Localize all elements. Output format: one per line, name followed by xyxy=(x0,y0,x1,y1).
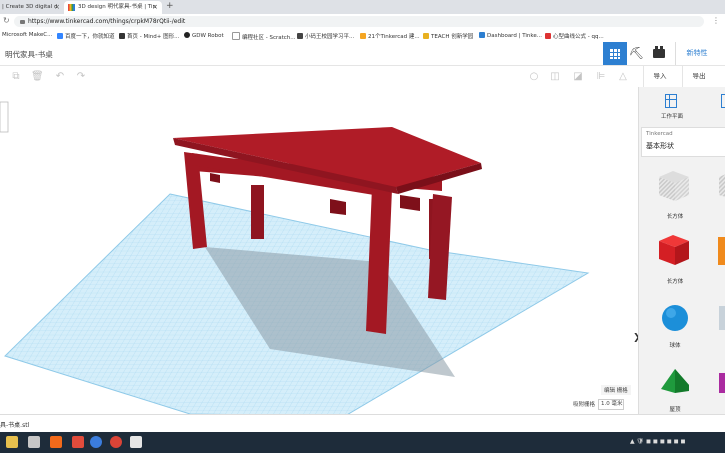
import-button[interactable]: 导入 xyxy=(643,66,676,87)
tab-label: 3D design 明代家具-书桌 | Tin xyxy=(78,4,157,10)
edit-toolbar: ⧉ 🗑 ↶ ↷ ○ ◫ ◪ ⊫ △ xyxy=(0,66,638,88)
mail-icon[interactable] xyxy=(28,436,40,448)
browser-tab-strip: | Create 3D digital d × 3D design 明代家具-书… xyxy=(0,0,725,14)
new-features-button[interactable]: 新特性 xyxy=(675,42,718,65)
page-icon xyxy=(232,32,240,40)
bookmark-baidu[interactable]: 百度一下，你就知道 xyxy=(57,32,115,40)
redo-icon[interactable]: ↷ xyxy=(75,71,87,82)
bookmark-xiaomawang[interactable]: 小码王校园学习平... xyxy=(297,32,354,40)
green-roof-icon[interactable] xyxy=(661,369,689,393)
workplane-icon[interactable] xyxy=(665,94,677,108)
undo-icon[interactable]: ↶ xyxy=(54,71,66,82)
tab-tinkercad-design[interactable]: 3D design 明代家具-书桌 | Tin × xyxy=(64,1,162,14)
blue-sphere-icon[interactable] xyxy=(662,305,688,331)
snap-grid-label: 吸附栅格 xyxy=(573,402,596,408)
bookmark-teach[interactable]: TEACH 创新学园 xyxy=(423,32,473,40)
delete-icon[interactable]: 🗑 xyxy=(31,71,44,82)
brick-icon[interactable] xyxy=(653,46,665,58)
snap-grid-select[interactable]: 1.0 毫米 xyxy=(598,399,625,410)
new-tab-button[interactable]: + xyxy=(166,1,174,11)
mind-icon xyxy=(119,33,125,39)
edit-grid-button[interactable]: 编辑 栅格 xyxy=(601,385,631,395)
tinkercad-icon xyxy=(479,32,485,38)
shape-label-roof: 屋顶 xyxy=(669,407,681,413)
page-icon xyxy=(360,33,366,39)
shape-label-box: 长方体 xyxy=(666,279,684,285)
view-cube-edge xyxy=(0,101,9,133)
copy-icon[interactable]: ⧉ xyxy=(10,71,22,82)
tinkercad-header: 明代家具-书桌 ⛏ 新特性 xyxy=(0,42,725,66)
3d-viewport[interactable]: 编辑 栅格 吸附栅格1.0 毫米 ❯ xyxy=(0,87,638,414)
fox-icon[interactable] xyxy=(72,436,84,448)
downloaded-file[interactable]: 具-书桌.stl xyxy=(0,420,29,429)
paw-icon xyxy=(57,33,63,39)
ruler-icon[interactable] xyxy=(721,94,725,108)
tab-label: | Create 3D digital d xyxy=(2,4,58,10)
system-tray[interactable]: ▲ 🛡 ◼ ◼ ◼ ◼ ◼ ◼ xyxy=(630,438,685,445)
design-title[interactable]: 明代家具-书桌 xyxy=(5,49,53,60)
red-box-icon[interactable] xyxy=(659,235,689,265)
library-category: 基本形状 xyxy=(646,142,674,150)
trophy-icon xyxy=(423,33,429,39)
address-bar-row: ↻ https://www.tinkercad.com/things/crpkM… xyxy=(0,14,725,29)
tab-create-3d[interactable]: | Create 3D digital d × xyxy=(0,1,64,14)
briefcase-icon[interactable] xyxy=(6,436,18,448)
workplane-canvas[interactable] xyxy=(0,87,638,414)
export-button[interactable]: 导出 xyxy=(682,66,715,87)
bookmark-mind-plus[interactable]: 首页 - Mind+ 图形... xyxy=(119,32,179,40)
tinkercad-favicon-icon xyxy=(68,4,75,11)
group-icon[interactable]: ◫ xyxy=(549,71,561,82)
bookmark-dashboard-tinkercad[interactable]: Dashboard | Tinke... xyxy=(479,32,542,39)
lightbulb-icon[interactable]: ○ xyxy=(528,71,540,82)
grid-icon xyxy=(610,49,620,59)
striped-box-icon[interactable] xyxy=(659,171,689,201)
reload-icon[interactable]: ↻ xyxy=(3,16,10,25)
ungroup-icon[interactable]: ◪ xyxy=(572,71,584,82)
shapes-panel: 工作平面 Tinkercad 基本形状 长方体 长方体 球体 屋顶 xyxy=(638,87,725,414)
chrome-icon[interactable] xyxy=(110,436,122,448)
snap-grid-row: 吸附栅格 1.0 毫米 xyxy=(573,399,625,410)
globe-icon[interactable] xyxy=(90,436,102,448)
bookmark-microsoft-makecode[interactable]: Microsoft MakeC... xyxy=(2,32,52,38)
code-icon xyxy=(297,33,303,39)
menu-kebab-icon[interactable]: ⋮ xyxy=(712,16,720,25)
url-text: https://www.tinkercad.com/things/crpkM78… xyxy=(28,18,186,25)
download-bar: 具-书桌.stl xyxy=(0,414,725,433)
shape-label-sphere: 球体 xyxy=(669,343,681,349)
shape-library-selector[interactable]: Tinkercad 基本形状 xyxy=(641,127,725,157)
bookmark-scratch[interactable]: 编程社区 - Scratch... xyxy=(232,32,296,41)
bookmark-tinkercad-21[interactable]: 21个Tinkercad 建... xyxy=(360,32,420,40)
cloud-app-icon[interactable] xyxy=(130,436,142,448)
close-tab-icon[interactable]: × xyxy=(54,1,60,14)
mirror-icon[interactable]: △ xyxy=(617,71,629,82)
shape-thumbnails xyxy=(659,171,725,393)
bookmark-heart-curve[interactable]: 心型曲线公式 - qq... xyxy=(545,32,604,40)
url-input[interactable]: https://www.tinkercad.com/things/crpkM78… xyxy=(14,16,704,27)
bookmarks-bar: Microsoft MakeC... 百度一下，你就知道 首页 - Mind+ … xyxy=(0,29,725,43)
robot-icon xyxy=(184,32,190,38)
close-tab-icon[interactable]: × xyxy=(152,1,158,14)
workplane-label: 工作平面 xyxy=(660,114,683,120)
3d-view-button[interactable] xyxy=(603,42,627,65)
c-icon xyxy=(545,33,551,39)
pickaxe-icon[interactable]: ⛏ xyxy=(629,46,644,60)
lock-icon xyxy=(20,19,25,24)
shape-label-box-hole: 长方体 xyxy=(666,214,684,220)
bookmark-gdw-robot[interactable]: GDW Robot xyxy=(184,32,224,39)
align-icon[interactable]: ⊫ xyxy=(595,71,607,82)
library-brand: Tinkercad xyxy=(646,131,673,137)
windows-taskbar: ▲ 🛡 ◼ ◼ ◼ ◼ ◼ ◼ xyxy=(0,432,725,453)
mi-icon[interactable] xyxy=(50,436,62,448)
